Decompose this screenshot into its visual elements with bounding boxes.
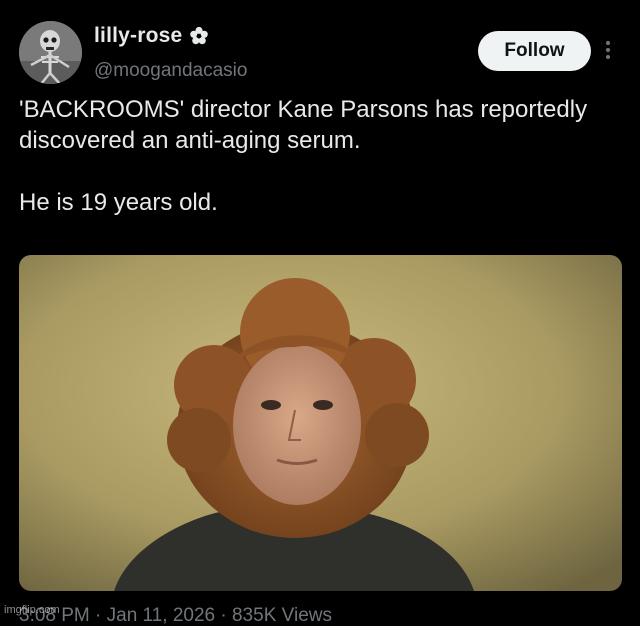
tweet-media-photo[interactable]: [19, 255, 622, 591]
skeleton-avatar-image: [19, 21, 82, 84]
follow-button[interactable]: Follow: [478, 31, 591, 71]
author-display-name[interactable]: lilly-rose: [94, 24, 182, 48]
tweet-text: 'BACKROOMS' director Kane Parsons has re…: [19, 94, 619, 218]
flower-badge-icon: [190, 26, 209, 45]
tweet-card: lilly-rose @moogandacasio Follow 'BACKRO…: [0, 0, 640, 626]
avatar[interactable]: [19, 21, 82, 84]
tweet-meta-text: 3:08 PM · Jan 11, 2026 · 835K Views: [19, 605, 332, 626]
tweet-text-line-1: 'BACKROOMS' director Kane Parsons has re…: [19, 96, 588, 154]
portrait-photo: [19, 255, 622, 591]
tweet-text-line-2: He is 19 years old.: [19, 189, 218, 216]
more-vertical-icon[interactable]: [603, 38, 613, 66]
author-handle[interactable]: @moogandacasio: [94, 60, 247, 82]
imgflip-watermark: imgflip.com: [4, 604, 60, 616]
author-name-row: lilly-rose: [94, 24, 209, 48]
